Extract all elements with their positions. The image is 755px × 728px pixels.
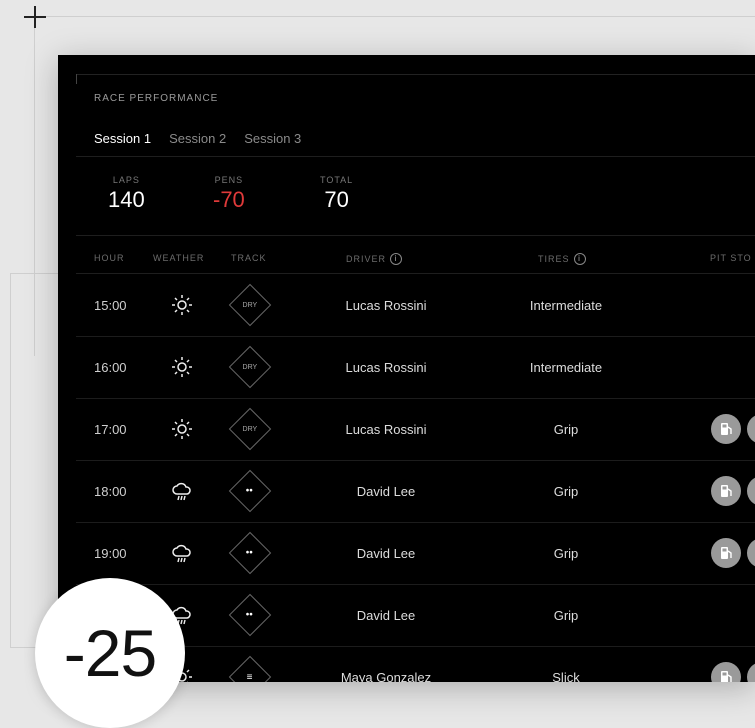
row-hour: 18:00 [94,483,127,499]
fuel-icon[interactable] [711,538,741,568]
table-row[interactable]: 19:00 •• David Lee Grip [76,522,755,585]
tab-session-3[interactable]: Session 3 [244,131,301,157]
stat-total-label: TOTAL [320,175,354,185]
pit-icon[interactable] [747,476,755,506]
fog-lines-icon: ≡ [247,671,253,683]
track-condition-icon: DRY [228,336,272,398]
rain-cloud-icon [168,522,196,584]
fuel-icon[interactable] [711,476,741,506]
table-row[interactable]: 18:00 •• David Lee Grip [76,460,755,523]
stat-laps: LAPS 140 [108,175,145,213]
row-tires: Intermediate [529,297,603,313]
row-driver: David Lee [356,607,416,623]
water-drops-icon: •• [246,485,254,497]
rain-cloud-icon [168,460,196,522]
track-dry-label: DRY [242,425,258,433]
sun-icon [168,274,196,336]
stat-total-value: 70 [324,187,349,212]
row-hour: 16:00 [94,359,127,375]
track-dry-label: DRY [242,363,258,371]
column-header-tires: TIRES i [538,253,586,265]
row-tires: Grip [553,607,579,623]
track-condition-icon: ≡ [228,646,272,683]
section-title: RACE PERFORMANCE [94,93,219,104]
track-condition-icon: DRY [228,398,272,460]
column-header-driver: DRIVER i [346,253,403,265]
stat-laps-value: 140 [108,187,145,212]
table-row[interactable]: 15:00 DRY Lucas Rossini Intermediate [76,274,755,337]
row-driver: Lucas Rossini [345,421,427,437]
track-diamond: •• [228,531,272,575]
row-hour: 19:00 [94,545,127,561]
fuel-icon[interactable] [711,662,741,682]
row-pit-stops [711,460,755,522]
stat-pens-label: PENS [214,175,244,185]
row-tires: Slick [552,669,580,683]
stat-pens-value: -70 [213,187,245,212]
track-diamond: DRY [228,407,272,451]
sun-icon [168,336,196,398]
tab-session-2[interactable]: Session 2 [169,131,226,157]
crosshair-icon [24,6,46,28]
row-driver: Lucas Rossini [345,359,427,375]
score-badge: -25 [35,578,185,728]
tire-icon[interactable] [747,662,755,682]
column-header-pit: PIT STO [710,253,752,263]
session-tabs: Session 1 Session 2 Session 3 [94,131,301,157]
row-driver: Lucas Rossini [345,297,427,313]
row-tires: Intermediate [529,359,603,375]
row-hour: 15:00 [94,297,127,313]
stat-laps-label: LAPS [112,175,140,185]
track-condition-icon: •• [228,584,272,646]
row-pit-stops [711,522,755,584]
driver-info-icon[interactable]: i [390,253,403,265]
track-condition-icon: •• [228,522,272,584]
row-tires: Grip [553,545,579,561]
column-header-weather: WEATHER [153,253,205,263]
stat-pens: PENS -70 [213,175,245,213]
table-row[interactable]: 16:00 DRY Lucas Rossini Intermediate [76,336,755,399]
row-hour: 17:00 [94,421,127,437]
track-diamond: ≡ [228,655,272,683]
table-row[interactable]: 17:00 DRY Lucas Rossini Grip [76,398,755,461]
track-diamond: DRY [228,283,272,327]
tires-info-icon[interactable]: i [573,253,586,265]
row-pit-stops [711,398,755,460]
track-diamond: DRY [228,345,272,389]
water-drops-icon: •• [246,609,254,621]
pit-icon[interactable] [747,414,755,444]
track-diamond: •• [228,469,272,513]
pit-icon[interactable] [747,538,755,568]
column-header-hour: HOUR [94,253,125,263]
tab-session-1[interactable]: Session 1 [94,131,152,157]
track-condition-icon: DRY [228,274,272,336]
row-driver: Maya Gonzalez [340,669,432,683]
row-tires: Grip [553,421,579,437]
race-performance-panel: RACE PERFORMANCE Session 1 Session 2 Ses… [58,55,755,682]
water-drops-icon: •• [246,547,254,559]
row-tires: Grip [553,483,579,499]
track-diamond: •• [228,593,272,637]
track-dry-label: DRY [242,301,258,309]
row-driver: David Lee [356,545,416,561]
track-condition-icon: •• [228,460,272,522]
row-pit-stops [711,646,755,682]
column-header-track: TRACK [231,253,267,263]
row-driver: David Lee [356,483,416,499]
fuel-icon[interactable] [711,414,741,444]
stat-total: TOTAL 70 [320,175,353,213]
sun-icon [168,398,196,460]
